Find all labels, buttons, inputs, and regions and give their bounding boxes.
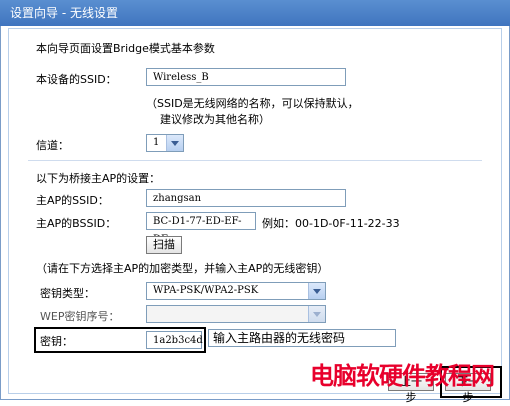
wep-index-select[interactable] [146, 305, 326, 323]
scan-button[interactable]: 扫描 [146, 236, 182, 254]
page-header: 本向导页面设置Bridge模式基本参数 [36, 42, 215, 55]
key-type-select[interactable]: WPA-PSK/WPA2-PSK [146, 282, 326, 300]
channel-value: 1 [153, 137, 160, 148]
ssid-note-line1: （SSID是无线网络的名称，可以保持默认， [146, 97, 359, 110]
window-title: 设置向导 - 无线设置 [0, 0, 510, 26]
ssid-input[interactable]: Wireless_B [146, 68, 346, 86]
bridge-section-label: 以下为桥接主AP的设置： [36, 172, 161, 185]
key-type-label: 密钥类型： [40, 287, 95, 300]
chevron-down-icon[interactable] [166, 135, 183, 151]
chevron-down-icon[interactable] [308, 283, 325, 299]
ap-bssid-label: 主AP的BSSID： [36, 217, 117, 230]
ap-ssid-input[interactable]: zhangsan [146, 189, 346, 207]
bssid-example: 例如：00-1D-0F-11-22-33 [262, 217, 400, 230]
key-label: 密钥： [40, 335, 73, 348]
key-annotation: 输入主路由器的无线密码 [208, 329, 396, 347]
divider [28, 160, 482, 161]
ssid-note-line2: 建议修改为其他名称） [160, 113, 270, 126]
encryption-instruction: （请在下方选择主AP的加密类型，并输入主AP的无线密钥） [36, 262, 329, 275]
ap-bssid-input[interactable]: BC-D1-77-ED-EF-DE [146, 212, 256, 245]
chevron-down-icon[interactable] [308, 306, 325, 322]
key-input[interactable]: 1a2b3c4d [146, 331, 203, 349]
key-type-value: WPA-PSK/WPA2-PSK [153, 285, 259, 296]
channel-label: 信道： [36, 139, 69, 152]
ap-ssid-label: 主AP的SSID： [36, 194, 109, 207]
channel-select[interactable]: 1 [146, 134, 184, 152]
ssid-label: 本设备的SSID： [36, 73, 117, 86]
watermark-text: 电脑软硬件教程网 [310, 361, 495, 390]
wep-index-label: WEP密钥序号： [40, 310, 120, 323]
